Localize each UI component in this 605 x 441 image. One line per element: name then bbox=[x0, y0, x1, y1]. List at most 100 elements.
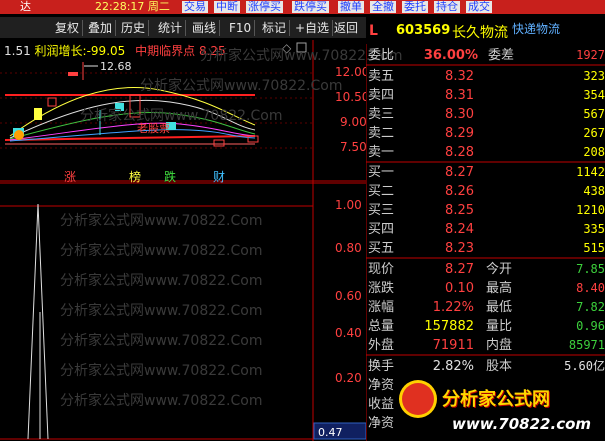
restore-rights-button[interactable]: 复权 bbox=[52, 20, 84, 36]
chart-annotation: 老股票 bbox=[137, 122, 170, 135]
ask-label: 卖四 bbox=[368, 88, 395, 103]
bid-price: 8.25 bbox=[445, 203, 474, 218]
bid-label: 买四 bbox=[368, 222, 395, 237]
bid-price: 8.26 bbox=[445, 184, 474, 199]
ask-row[interactable]: 卖三 8.30 567 bbox=[366, 105, 605, 124]
stat-row: 外盘 71911 内盘 85971 bbox=[366, 336, 605, 355]
ask-volume: 323 bbox=[583, 69, 605, 83]
clock: 22:28:17 周二 bbox=[95, 0, 170, 13]
extra-value: 5.60亿 bbox=[564, 359, 605, 373]
axis-label-3: 9.00 bbox=[340, 115, 366, 129]
extra-label: 收益 bbox=[368, 397, 395, 412]
weibi-value: 36.00% bbox=[423, 48, 478, 63]
stat-row: 涨幅 1.22% 最低 7.82 bbox=[366, 298, 605, 317]
f10-button[interactable]: F10 bbox=[226, 20, 256, 36]
logo-title: 分析家公式网 bbox=[442, 389, 550, 410]
limit-up-buy-button[interactable]: 涨停买 bbox=[246, 1, 283, 13]
fills-button[interactable]: 成交 bbox=[466, 1, 492, 13]
statistics-button[interactable]: 统计 bbox=[155, 20, 187, 36]
positions-button[interactable]: 持仓 bbox=[434, 1, 460, 13]
ask-row[interactable]: 卖四 8.31 354 bbox=[366, 86, 605, 105]
high-price-label: 12.68 bbox=[100, 60, 132, 73]
stat-row: 涨跌 0.10 最高 8.40 bbox=[366, 279, 605, 298]
indicator-svg: 1.00 0.80 0.60 0.40 0.20 0.47 bbox=[0, 182, 366, 441]
extra-row: 换手 2.82% 股本 5.60亿 bbox=[366, 357, 605, 376]
lower-axis-4: 0.40 bbox=[335, 326, 362, 340]
ask-row[interactable]: 卖一 8.28 208 bbox=[366, 143, 605, 162]
ask-price: 8.32 bbox=[445, 69, 474, 84]
add-watchlist-button[interactable]: +自选 bbox=[292, 20, 334, 36]
profit-growth-value: -99.05 bbox=[86, 44, 126, 58]
stat-label: 量比 bbox=[486, 319, 513, 334]
stat-label: 最高 bbox=[486, 281, 513, 296]
chart-toolbar: 复权 叠加 历史 统计 画线 F10 标记 +自选 返回 bbox=[0, 17, 366, 38]
weicha-value: 1927 bbox=[576, 48, 605, 62]
bid-price: 8.23 bbox=[445, 241, 474, 256]
indicator-panel[interactable]: 1.00 0.80 0.60 0.40 0.20 0.47 涨 榜 跌 财 bbox=[0, 170, 366, 441]
bid-price: 8.27 bbox=[445, 165, 474, 180]
limit-down-buy-button[interactable]: 跌停买 bbox=[292, 1, 329, 13]
orders-button[interactable]: 委托 bbox=[402, 1, 428, 13]
cancel-order-button[interactable]: 撤单 bbox=[338, 1, 364, 13]
signal-finance: 财 bbox=[213, 170, 226, 184]
stat-value: 0.10 bbox=[445, 281, 474, 296]
stat-label: 现价 bbox=[368, 262, 395, 277]
ask-volume: 208 bbox=[583, 145, 605, 159]
ask-row[interactable]: 卖二 8.29 267 bbox=[366, 124, 605, 143]
bid-row[interactable]: 买四 8.24 335 bbox=[366, 220, 605, 239]
kline-panel[interactable]: 12.68 老股票 12.00 10.50 9.00 7.50 ◇ 1.51 利… bbox=[0, 40, 366, 182]
bid-row[interactable]: 买三 8.25 1210 bbox=[366, 201, 605, 220]
stock-name: 长久物流 bbox=[452, 25, 508, 41]
trade-button[interactable]: 交易 bbox=[182, 1, 208, 13]
quote-panel: 委比 36.00% 委差 1927 卖五 8.32 323 卖四 8.31 35… bbox=[366, 44, 605, 441]
stat-label: 内盘 bbox=[486, 338, 513, 353]
stat-label: 外盘 bbox=[368, 338, 395, 353]
stat-row: 现价 8.27 今开 7.85 bbox=[366, 260, 605, 279]
maximize-icon bbox=[296, 42, 307, 53]
bid-volume: 438 bbox=[583, 184, 605, 198]
kline-svg: 12.68 老股票 12.00 10.50 9.00 7.50 ◇ bbox=[0, 40, 366, 182]
stat-value: 71911 bbox=[432, 338, 474, 353]
lower-axis-current: 0.47 bbox=[318, 426, 343, 439]
stat-value: 7.82 bbox=[576, 300, 605, 314]
ask-label: 卖五 bbox=[368, 69, 395, 84]
weicha-label: 委差 bbox=[488, 48, 515, 63]
lower-axis-1: 1.00 bbox=[335, 198, 362, 212]
ask-volume: 567 bbox=[583, 107, 605, 121]
back-button[interactable]: 返回 bbox=[331, 20, 361, 36]
stock-header: L 603569 长久物流 快递物流 bbox=[366, 14, 605, 44]
sector-link[interactable]: 快递物流 bbox=[512, 20, 560, 37]
overlay-button[interactable]: 叠加 bbox=[85, 20, 117, 36]
stat-value: 8.40 bbox=[576, 281, 605, 295]
bid-volume: 1142 bbox=[576, 165, 605, 179]
app-title: 达 bbox=[20, 0, 31, 13]
draw-line-button[interactable]: 画线 bbox=[189, 20, 221, 36]
stat-value: 157882 bbox=[424, 319, 474, 334]
signal-down: 跌 bbox=[164, 170, 177, 184]
mark-button[interactable]: 标记 bbox=[259, 20, 291, 36]
stat-value: 0.96 bbox=[576, 319, 605, 333]
bid-label: 买二 bbox=[368, 184, 395, 199]
stat-label: 涨跌 bbox=[368, 281, 395, 296]
stat-value: 85971 bbox=[568, 338, 605, 352]
history-button[interactable]: 历史 bbox=[118, 20, 150, 36]
ask-row[interactable]: 卖五 8.32 323 bbox=[366, 67, 605, 86]
midterm-label: 中期临界点 bbox=[135, 44, 196, 58]
logo-overlay: 分析家公式网 www.70822.com bbox=[396, 379, 605, 441]
ask-price: 8.29 bbox=[445, 126, 474, 141]
title-bar: 达 22:28:17 周二 交易 中断 涨停买 跌停买 撤单 全撤 委托 持仓 … bbox=[0, 0, 605, 14]
extra-label: 换手 bbox=[368, 359, 395, 374]
extra-value: 2.82% bbox=[432, 359, 474, 374]
bid-volume: 515 bbox=[583, 241, 605, 255]
bid-row[interactable]: 买一 8.27 1142 bbox=[366, 163, 605, 182]
axis-label-1: 12.00 bbox=[335, 65, 366, 79]
stat-value: 8.27 bbox=[445, 262, 474, 277]
ask-price: 8.28 bbox=[445, 145, 474, 160]
cancel-all-button[interactable]: 全撤 bbox=[370, 1, 396, 13]
logo-url: www.70822.com bbox=[452, 415, 592, 433]
extra-label: 净资 bbox=[368, 416, 395, 431]
bid-row[interactable]: 买五 8.23 515 bbox=[366, 239, 605, 258]
bid-row[interactable]: 买二 8.26 438 bbox=[366, 182, 605, 201]
interrupt-button[interactable]: 中断 bbox=[214, 1, 240, 13]
ask-label: 卖一 bbox=[368, 145, 395, 160]
